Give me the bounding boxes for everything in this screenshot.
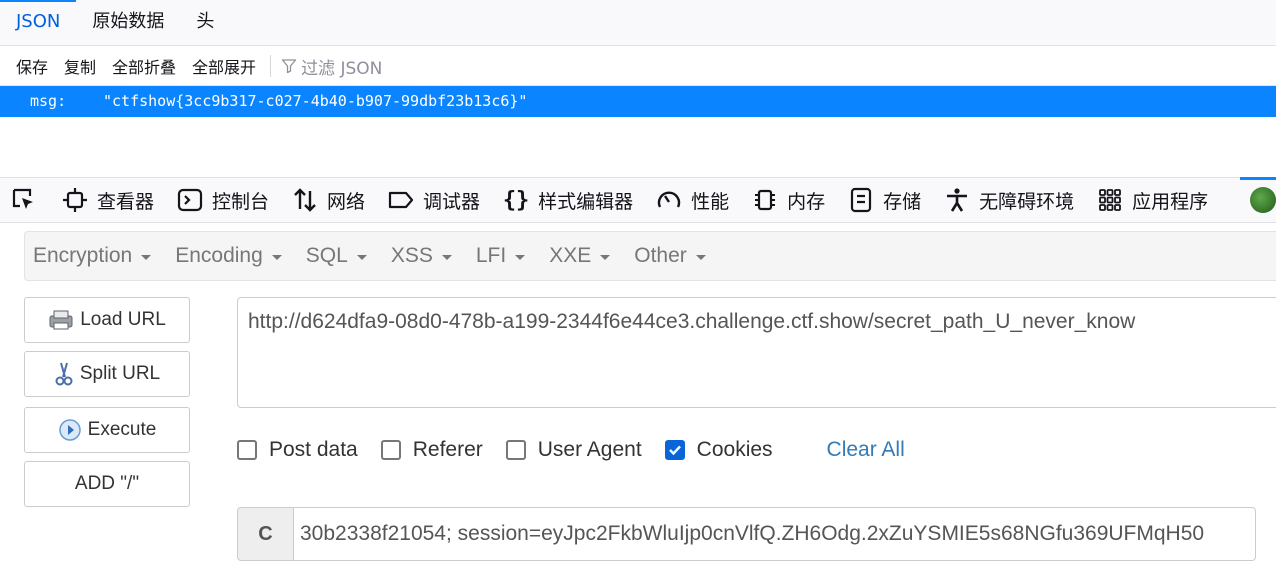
console-icon <box>176 186 204 214</box>
menu-sql[interactable]: SQL <box>297 244 382 268</box>
accessibility-icon <box>943 186 971 214</box>
toolbar-divider <box>270 55 272 77</box>
inspector-icon <box>61 186 89 214</box>
copy-button[interactable]: 复制 <box>56 54 104 78</box>
tab-debugger[interactable]: 调试器 <box>376 178 491 222</box>
cookie-value: 30b2338f21054; session=eyJpc2FkbWluIjp0c… <box>300 522 1205 545</box>
caret-down-icon <box>600 255 611 260</box>
user-agent-checkbox[interactable] <box>505 440 526 460</box>
menu-xss[interactable]: XSS <box>382 244 467 268</box>
option-label: User Agent <box>537 438 642 461</box>
active-tab-indicator <box>1240 177 1276 180</box>
cookie-input[interactable]: 30b2338f21054; session=eyJpc2FkbWluIjp0c… <box>293 507 1256 561</box>
json-row[interactable]: msg: "ctfshow{3cc9b317-c027-4b40-b907-99… <box>0 86 1276 117</box>
user-agent-option[interactable]: User Agent <box>505 438 642 462</box>
clear-all-link[interactable]: Clear All <box>827 438 905 462</box>
scissors-icon <box>54 361 74 387</box>
tab-raw-data[interactable]: 原始数据 <box>76 0 180 46</box>
tab-label: 控制台 <box>212 190 270 213</box>
tab-memory[interactable]: 内存 <box>740 178 836 222</box>
referer-checkbox[interactable] <box>380 440 401 460</box>
tab-performance[interactable]: 性能 <box>644 178 740 222</box>
caret-down-icon <box>271 255 282 260</box>
debugger-icon <box>387 186 415 214</box>
tab-console[interactable]: 控制台 <box>165 178 280 222</box>
json-value: "ctfshow{3cc9b317-c027-4b40-b907-99dbf23… <box>103 92 528 110</box>
button-label: Load URL <box>80 309 166 330</box>
button-label: ADD "/" <box>74 473 140 494</box>
tab-headers[interactable]: 头 <box>180 0 230 46</box>
menu-lfi[interactable]: LFI <box>467 244 540 268</box>
tab-style-editor[interactable]: {} 样式编辑器 <box>491 178 644 222</box>
caret-down-icon <box>695 255 706 260</box>
menu-encoding[interactable]: Encoding <box>166 244 297 268</box>
menu-xxe[interactable]: XXE <box>540 244 625 268</box>
post-data-checkbox[interactable] <box>237 440 257 460</box>
options-row: Post data Referer User Agent Cookies Cle… <box>237 430 905 470</box>
devtools-toolbar: 查看器 控制台 网络 调试器 {} 样式编辑器 性能 内存 存储 无障碍环境 应… <box>0 177 1276 223</box>
option-label: Referer <box>412 438 483 461</box>
caret-down-icon <box>141 255 152 260</box>
application-icon <box>1096 186 1124 214</box>
collapse-all-button[interactable]: 全部折叠 <box>104 54 184 78</box>
filter-placeholder: 过滤 JSON <box>301 58 383 79</box>
json-viewer-tabbar: JSON 原始数据 头 <box>0 0 1276 46</box>
network-icon <box>291 186 319 214</box>
tab-label: 网络 <box>327 190 366 213</box>
execute-button[interactable]: Execute <box>24 407 190 453</box>
cookies-checkbox[interactable] <box>664 440 685 460</box>
checkmark-icon <box>668 445 681 456</box>
tab-label: 调试器 <box>423 190 481 213</box>
tab-accessibility[interactable]: 无障碍环境 <box>932 178 1085 222</box>
add-slash-button[interactable]: ADD "/" <box>24 461 190 507</box>
post-data-option[interactable]: Post data <box>237 438 358 462</box>
json-toolbar: 保存 复制 全部折叠 全部展开 过滤 JSON <box>0 47 1276 86</box>
cookie-field-group: C 30b2338f21054; session=eyJpc2FkbWluIjp… <box>237 507 1256 561</box>
option-label: Cookies <box>696 438 773 461</box>
expand-all-button[interactable]: 全部展开 <box>184 54 264 78</box>
tab-label: 样式编辑器 <box>538 190 634 213</box>
cookies-option[interactable]: Cookies <box>664 438 773 462</box>
menu-other[interactable]: Other <box>625 244 721 268</box>
load-url-icon <box>48 309 74 331</box>
element-picker-button[interactable] <box>0 178 50 222</box>
menu-encryption[interactable]: Encryption <box>25 244 166 268</box>
tab-network[interactable]: 网络 <box>280 178 376 222</box>
save-button[interactable]: 保存 <box>8 54 56 78</box>
url-textarea[interactable]: http://d624dfa9-08d0-478b-a199-2344f6e44… <box>237 297 1276 408</box>
caret-down-icon <box>441 255 452 260</box>
style-editor-icon: {} <box>502 187 530 213</box>
tab-label: 无障碍环境 <box>979 190 1075 213</box>
tab-label: 性能 <box>691 190 730 213</box>
tab-application[interactable]: 应用程序 <box>1085 178 1219 222</box>
tab-json[interactable]: JSON <box>0 0 77 46</box>
tab-storage[interactable]: 存储 <box>836 178 932 222</box>
tab-label: 内存 <box>787 190 826 213</box>
tab-label: 存储 <box>883 190 922 213</box>
element-picker-icon <box>10 186 38 214</box>
split-url-button[interactable]: Split URL <box>24 351 190 397</box>
option-label: Post data <box>269 438 358 461</box>
caret-down-icon <box>356 255 367 260</box>
tab-inspector[interactable]: 查看器 <box>50 178 165 222</box>
button-label: Split URL <box>79 363 161 384</box>
load-url-button[interactable]: Load URL <box>24 297 190 343</box>
hackbar-extension-icon[interactable] <box>1250 187 1276 213</box>
filter-icon <box>281 59 297 74</box>
tab-label: 查看器 <box>97 190 155 213</box>
memory-icon <box>751 186 779 214</box>
filter-json-input[interactable]: 过滤 JSON <box>277 54 382 79</box>
json-key: msg: <box>30 92 67 110</box>
storage-icon <box>847 186 875 214</box>
tab-label: 应用程序 <box>1132 190 1209 213</box>
caret-down-icon <box>515 255 526 260</box>
performance-icon <box>655 186 683 214</box>
cookie-addon-label: C <box>237 507 293 561</box>
play-icon <box>58 418 82 442</box>
hackbar-menu: Encryption Encoding SQL XSS LFI XXE Othe… <box>24 231 1276 281</box>
referer-option[interactable]: Referer <box>380 438 483 462</box>
button-label: Execute <box>87 419 157 440</box>
